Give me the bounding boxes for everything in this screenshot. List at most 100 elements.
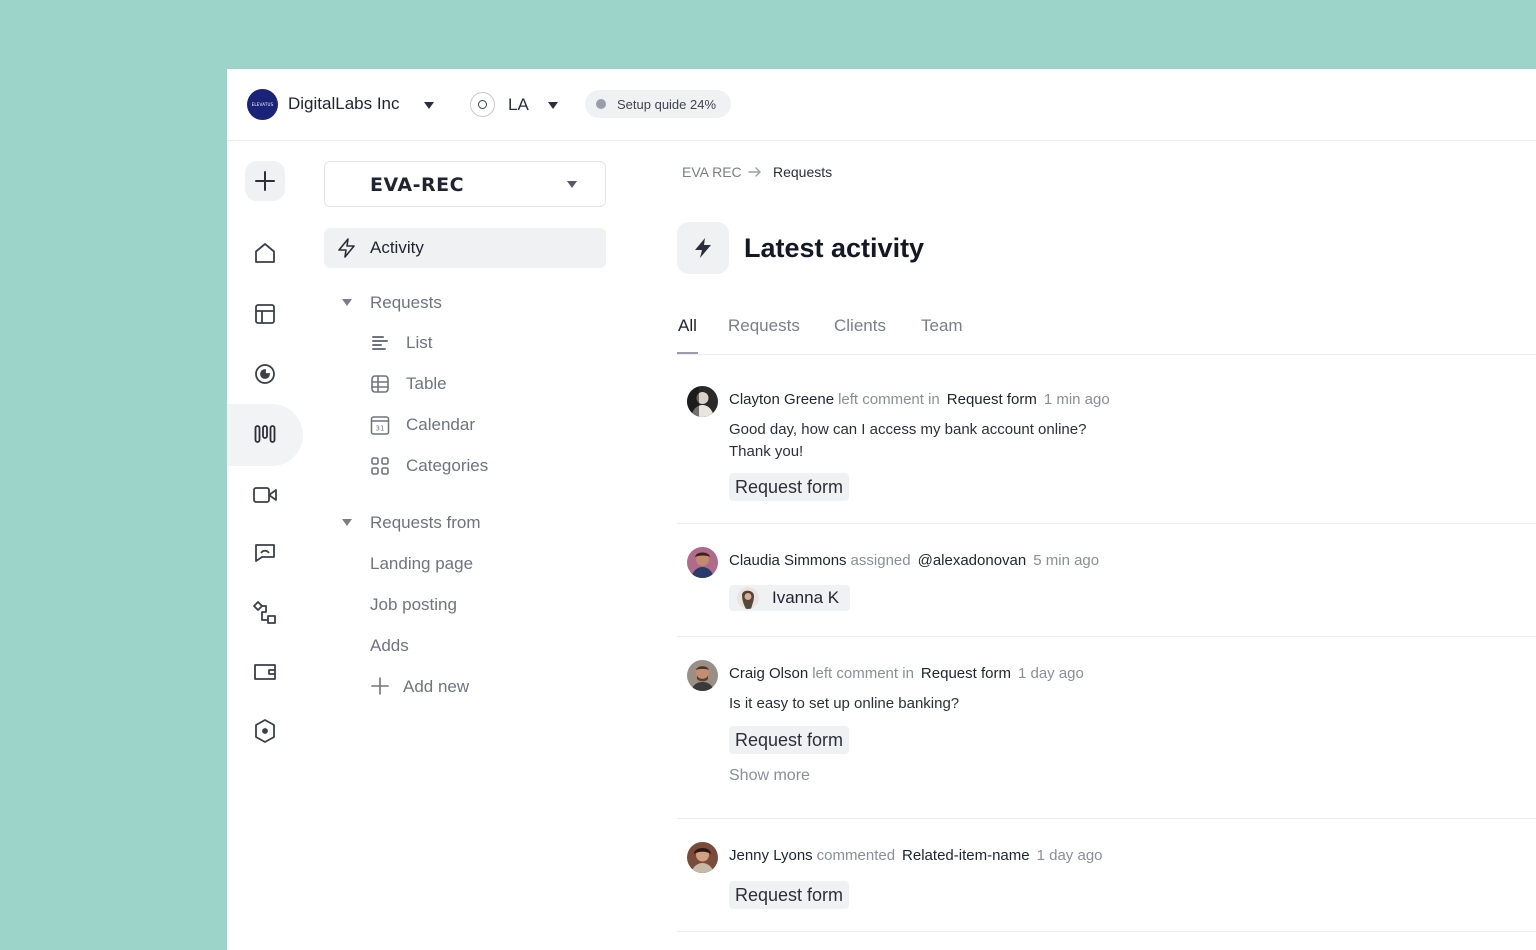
- lightning-icon: [338, 238, 355, 258]
- create-new-button[interactable]: [245, 161, 285, 201]
- activity-verb: left comment in: [812, 665, 914, 682]
- location-target-icon: [470, 92, 495, 117]
- page-title: Latest activity: [744, 233, 925, 263]
- requests-from-collapse-caret-icon[interactable]: [342, 519, 352, 526]
- sidebar-item-activity-label: Activity: [370, 238, 424, 257]
- setup-guide-badge[interactable]: Setup quide 24%: [585, 90, 731, 118]
- chat-icon: [255, 544, 275, 562]
- request-form-chip[interactable]: Request form: [729, 881, 850, 909]
- activity-time: 1 min ago: [1043, 391, 1110, 408]
- actor-name[interactable]: Craig Olson: [729, 665, 808, 682]
- request-form-chip[interactable]: Request form: [729, 473, 850, 501]
- activity-target[interactable]: @alexadonovan: [918, 552, 1027, 569]
- avatar[interactable]: [687, 547, 718, 578]
- comment-line: Good day, how can I access my bank accou…: [729, 421, 1087, 438]
- activity-target[interactable]: Related-item-name: [902, 847, 1030, 864]
- rail-pipeline-button[interactable]: [245, 414, 285, 454]
- activity-verb: assigned: [850, 552, 911, 569]
- categories-icon: [371, 457, 389, 475]
- setup-status-dot: [596, 99, 606, 109]
- add-new-label: Add new: [403, 677, 470, 696]
- calendar-icon: 31: [370, 416, 390, 435]
- activity-target[interactable]: Request form: [947, 391, 1037, 408]
- sidebar-item-table-label: Table: [406, 374, 447, 393]
- activity-time: 5 min ago: [1033, 552, 1100, 569]
- home-icon: [255, 243, 275, 263]
- activity-verb: left comment in: [838, 391, 940, 408]
- sidebar-item-calendar-label: Calendar: [406, 415, 475, 434]
- sidebar-group-requests-from[interactable]: Requests from: [370, 513, 481, 533]
- comment-text: Is it easy to set up online banking?: [729, 695, 960, 712]
- rail-workflow-button[interactable]: [245, 593, 285, 633]
- plus-icon: [371, 677, 389, 695]
- pipeline-icon: [254, 425, 276, 443]
- show-more-link[interactable]: Show more: [729, 767, 810, 785]
- activity-time: 1 day ago: [1017, 665, 1084, 682]
- activity-item: Jenny Lyons commented Related-item-name 1 d…: [677, 819, 1536, 932]
- rail-analytics-button[interactable]: [245, 354, 285, 394]
- comment-line: Thank you!: [729, 443, 804, 460]
- top-bar: ELEVATUS DigitalLabs Inc LA Setup quide …: [227, 69, 1536, 141]
- sidebar-group-requests[interactable]: Requests: [370, 293, 442, 313]
- analytics-icon: [255, 364, 275, 384]
- app-window: ELEVATUS DigitalLabs Inc LA Setup quide …: [227, 69, 1536, 950]
- tab-requests[interactable]: Requests: [728, 316, 800, 336]
- sidebar-item-list-label: List: [406, 333, 433, 352]
- location-name[interactable]: LA: [508, 95, 529, 115]
- activity-time: 1 day ago: [1036, 847, 1103, 864]
- rail-wallet-button[interactable]: [245, 652, 285, 692]
- lightning-icon: [695, 238, 711, 258]
- org-logo[interactable]: ELEVATUS: [247, 89, 278, 120]
- org-name[interactable]: DigitalLabs Inc: [288, 94, 400, 114]
- tab-clients[interactable]: Clients: [834, 316, 886, 336]
- activity-verb: commented: [816, 847, 896, 864]
- tab-all[interactable]: All: [678, 316, 697, 336]
- setup-guide-text: Setup quide 24%: [617, 96, 717, 112]
- activity-line: Craig Olson left comment in Request form 1 …: [729, 665, 1084, 682]
- sidebar-item-adds[interactable]: Adds: [370, 636, 409, 656]
- rail-chat-button[interactable]: [245, 533, 285, 573]
- rail-home-button[interactable]: [245, 233, 285, 273]
- settings-hex-icon: [255, 719, 275, 743]
- requests-collapse-caret-icon[interactable]: [342, 299, 352, 306]
- sidebar-item-activity[interactable]: Activity: [324, 228, 606, 268]
- avatar[interactable]: [687, 842, 718, 873]
- actor-name[interactable]: Jenny Lyons: [729, 847, 813, 864]
- activity-item: Craig Olson left comment in Request form 1 …: [677, 637, 1536, 819]
- comment-text: Good day, how can I access my bank accou…: [729, 419, 1149, 463]
- plus-icon: [255, 171, 275, 191]
- tab-team[interactable]: Team: [921, 316, 963, 336]
- avatar: [737, 587, 759, 609]
- list-icon: [372, 336, 388, 350]
- sidebar-item-job-posting[interactable]: Job posting: [370, 595, 457, 615]
- workspace-chevron-down-icon: [567, 181, 577, 188]
- wallet-icon: [254, 664, 276, 680]
- rail-layout-button[interactable]: [245, 294, 285, 334]
- location-dropdown-chevron-icon[interactable]: [548, 102, 558, 109]
- sidebar-item-landing-page[interactable]: Landing page: [370, 554, 473, 574]
- sidebar-item-categories-label: Categories: [406, 456, 489, 475]
- rail-video-button[interactable]: [245, 475, 285, 515]
- activity-target[interactable]: Request form: [921, 665, 1011, 682]
- actor-name[interactable]: Claudia Simmons: [729, 552, 847, 569]
- breadcrumb-current: Requests: [773, 164, 833, 180]
- activity-line: Claudia Simmons assigned @alexadonovan 5 mi…: [729, 552, 1099, 569]
- org-dropdown-chevron-icon[interactable]: [424, 102, 434, 109]
- activity-item: Clayton Greene left comment in Request for…: [677, 355, 1536, 524]
- assignee-chip[interactable]: Ivanna K: [729, 585, 850, 611]
- active-tab-indicator: [677, 352, 698, 354]
- breadcrumb-root[interactable]: EVA REC: [682, 164, 742, 180]
- workspace-name: EVA-REC: [370, 174, 465, 196]
- table-icon: [371, 375, 389, 393]
- arrow-right-icon: [748, 167, 761, 177]
- layout-icon: [255, 304, 275, 324]
- rail-settings-button[interactable]: [245, 711, 285, 751]
- activity-item: Claudia Simmons assigned @alexadonovan 5 mi…: [677, 524, 1536, 637]
- avatar[interactable]: [687, 386, 718, 417]
- workflow-icon: [253, 601, 276, 624]
- workspace-selector[interactable]: EVA-REC: [324, 161, 606, 207]
- request-form-chip[interactable]: Request form: [729, 726, 850, 754]
- avatar[interactable]: [687, 660, 718, 691]
- actor-name[interactable]: Clayton Greene: [729, 391, 834, 408]
- activity-line: Jenny Lyons commented Related-item-name 1 d…: [729, 847, 1103, 864]
